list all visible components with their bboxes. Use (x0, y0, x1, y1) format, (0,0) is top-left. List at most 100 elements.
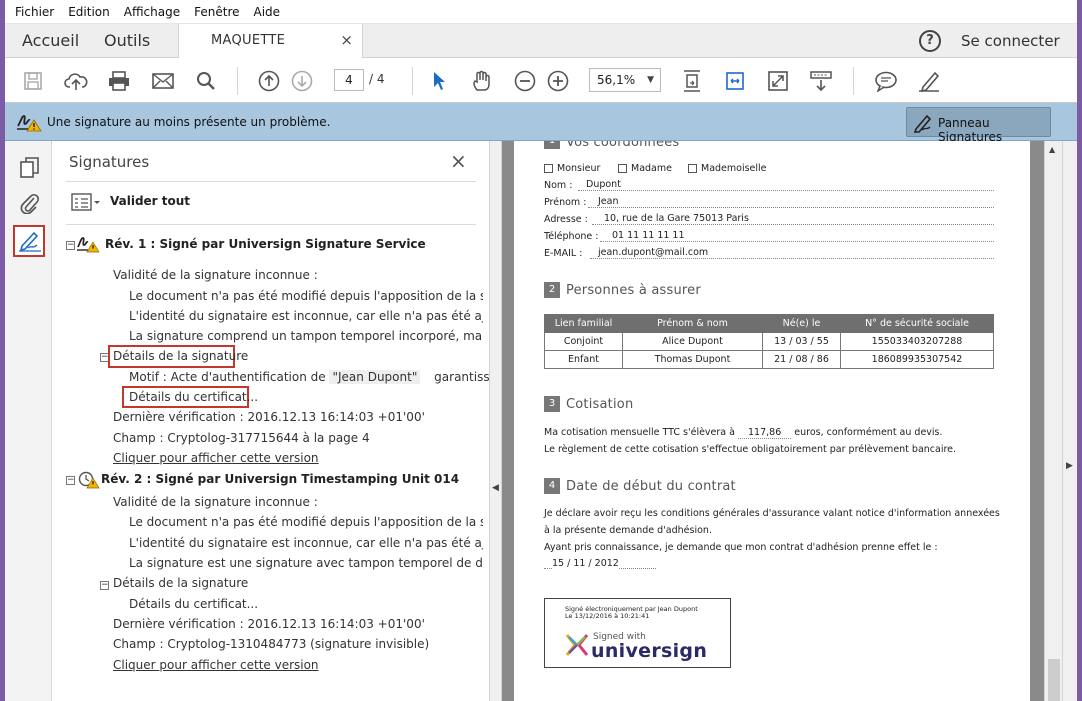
rev1-motif-label: Motif : Acte d'authentification de (129, 370, 326, 384)
civility-option: Madame (631, 163, 672, 174)
scroll-up-icon[interactable]: ▲ (1049, 145, 1055, 154)
select-cursor-icon[interactable] (426, 68, 452, 94)
rev2-view-version-link[interactable]: Cliquer pour afficher cette version (113, 658, 319, 672)
vertical-scrollbar[interactable]: ▲ (1044, 141, 1062, 701)
menu-affichage[interactable]: Affichage (124, 5, 180, 19)
table-header: Lien familial (544, 314, 623, 333)
civility-option: Monsieur (557, 163, 601, 174)
universign-brand: universign (591, 640, 708, 662)
tab-document-label: MAQUETTE (211, 33, 286, 48)
close-tab-icon[interactable]: × (340, 31, 353, 49)
help-icon[interactable]: ? (919, 30, 941, 52)
rev1-certificate-details[interactable]: Détails du certificat... (129, 390, 258, 404)
mail-icon[interactable] (150, 68, 176, 94)
rev2-signature-details[interactable]: Détails de la signature (113, 576, 248, 590)
table-header-row: Lien familial Prénom & nom Né(e) le N° d… (544, 314, 994, 333)
table-cell: Thomas Dupont (622, 350, 763, 369)
rev2-title[interactable]: Rév. 2 : Signé par Universign Timestampi… (101, 472, 459, 486)
panel-divider (66, 224, 476, 225)
rev2-status-line: Le document n'a pas été modifié depuis l… (129, 515, 483, 529)
rev1-validity: Validité de la signature inconnue : (113, 268, 318, 282)
document-view[interactable]: 1 Vos coordonnées Monsieur Madame Mademo… (502, 141, 1044, 701)
signatures-panel: Signatures × Valider tout − Rév. 1 : Sig… (52, 141, 530, 701)
rev1-view-version-link[interactable]: Cliquer pour afficher cette version (113, 451, 319, 465)
tab-accueil[interactable]: Accueil (22, 31, 79, 50)
tab-document[interactable]: MAQUETTE × (178, 24, 363, 58)
right-panel-toggle[interactable]: ▶ (1062, 141, 1077, 701)
menu-bar: Fichier Edition Affichage Fenêtre Aide (5, 0, 1077, 24)
print-icon[interactable] (106, 68, 132, 94)
field-value: 10, rue de la Gare 75013 Paris (604, 213, 749, 224)
signature-warning-message: Une signature au moins présente un probl… (47, 115, 331, 129)
field-value: Dupont (586, 179, 621, 190)
signature-stamp[interactable]: Signé électroniquement par Jean Dupont L… (544, 598, 731, 668)
fullscreen-icon[interactable] (765, 68, 791, 94)
signature-warning-icon (16, 112, 42, 135)
hand-tool-icon[interactable] (469, 68, 495, 94)
pages-icon[interactable] (17, 155, 43, 181)
page-number-input[interactable]: 4 (334, 69, 364, 91)
contract-text: Je déclare avoir reçu les conditions gén… (544, 508, 1000, 519)
page-up-icon[interactable] (256, 68, 282, 94)
cotisation-pre: Ma cotisation mensuelle TTC s'élèvera à (544, 427, 735, 438)
zoom-value: 56,1% (597, 73, 636, 87)
contract-text: Ayant pris connaissance, je demande que … (544, 542, 938, 553)
sign-pen-icon[interactable] (916, 68, 942, 94)
toolbar-divider (853, 67, 854, 95)
field-label: Prénom : (544, 197, 587, 208)
expand-right-icon[interactable]: ▶ (1066, 461, 1073, 471)
options-menu-icon[interactable] (71, 193, 103, 214)
table-row: Conjoint Alice Dupont 13 / 03 / 55 15503… (544, 332, 994, 351)
scrollbar-thumb[interactable] (1048, 659, 1060, 701)
tab-outils[interactable]: Outils (104, 31, 150, 50)
rev1-status-line: L'identité du signataire est inconnue, c… (129, 309, 483, 323)
rev1-signature-details[interactable]: Détails de la signature (113, 349, 248, 363)
comment-icon[interactable] (873, 68, 899, 94)
rev2-collapse-toggle[interactable]: − (66, 476, 75, 485)
panel-divider (66, 181, 476, 182)
signature-panel-button[interactable]: Panneau Signatures (906, 107, 1051, 144)
validate-all-button[interactable]: Valider tout (110, 194, 190, 208)
sign-in-link[interactable]: Se connecter (961, 32, 1060, 50)
field-label: Adresse : (544, 214, 588, 225)
menu-aide[interactable]: Aide (254, 5, 281, 19)
fit-width-icon[interactable] (722, 68, 748, 94)
panel-splitter[interactable]: ◀ (489, 141, 502, 701)
table-header: N° de sécurité sociale (840, 314, 994, 333)
menu-edition[interactable]: Edition (68, 5, 110, 19)
rev1-motif-name: "Jean Dupont" (329, 370, 421, 384)
field-value: Jean (598, 196, 619, 207)
navigation-rail (5, 141, 52, 701)
rev1-title[interactable]: Rév. 1 : Signé par Universign Signature … (105, 237, 426, 251)
scroll-mode-icon[interactable] (808, 68, 834, 94)
search-icon[interactable] (193, 68, 219, 94)
zoom-select[interactable]: 56,1% ▼ (589, 68, 661, 92)
field-value: jean.dupont@mail.com (598, 247, 709, 258)
field-label: E-MAIL : (544, 248, 583, 259)
cotisation-post: euros, conformément au devis. (794, 427, 943, 438)
rev1-last-check: Dernière vérification : 2016.12.13 16:14… (113, 410, 425, 424)
table-cell: Conjoint (544, 332, 623, 351)
tab-bar: Accueil Outils MAQUETTE × ? Se connecter (5, 24, 1077, 58)
menu-fichier[interactable]: Fichier (15, 5, 54, 19)
rev1-status-line: La signature comprend un tampon temporel… (129, 329, 483, 343)
rev2-details-toggle[interactable]: − (100, 581, 109, 590)
rev1-collapse-toggle[interactable]: − (66, 241, 75, 250)
table-header: Né(e) le (762, 314, 841, 333)
save-icon[interactable] (20, 68, 46, 94)
timestamp-warning-icon (78, 471, 100, 492)
signature-pen-icon (913, 113, 935, 136)
zoom-out-icon[interactable] (512, 68, 538, 94)
fit-page-icon[interactable] (679, 68, 705, 94)
signatures-panel-icon[interactable] (17, 228, 43, 254)
attachment-icon[interactable] (17, 190, 43, 216)
close-panel-icon[interactable]: × (450, 149, 467, 173)
collapse-left-icon[interactable]: ◀ (492, 483, 499, 493)
signature-warning-bar: Une signature au moins présente un probl… (5, 103, 1077, 144)
rev2-validity: Validité de la signature inconnue : (113, 495, 318, 509)
upload-cloud-icon[interactable] (63, 68, 89, 94)
zoom-in-icon[interactable] (545, 68, 571, 94)
menu-fenetre[interactable]: Fenêtre (194, 5, 239, 19)
rev2-certificate-details[interactable]: Détails du certificat... (129, 597, 258, 611)
page-down-icon[interactable] (289, 68, 315, 94)
